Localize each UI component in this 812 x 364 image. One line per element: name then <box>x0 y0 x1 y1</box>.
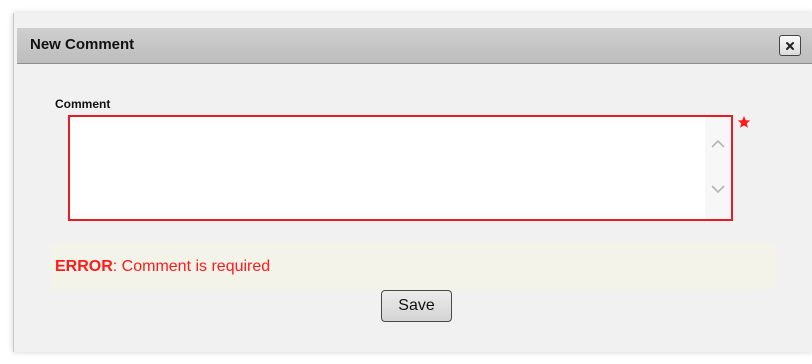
close-icon <box>785 41 795 51</box>
page: New Comment Comment ERROR: Comment is re… <box>0 0 812 364</box>
close-button[interactable] <box>779 35 801 56</box>
dialog-title-bar <box>17 28 812 64</box>
asterisk-icon <box>737 115 751 129</box>
scroll-down-arrow[interactable] <box>705 177 731 203</box>
save-button[interactable]: Save <box>381 290 452 322</box>
chevron-down-icon <box>710 181 726 199</box>
error-detail: : Comment is required <box>112 258 271 275</box>
scroll-up-arrow[interactable] <box>705 132 731 158</box>
dialog-title: New Comment <box>30 36 135 53</box>
comment-label: Comment <box>55 97 111 111</box>
error-prefix: ERROR <box>55 258 113 275</box>
comment-textarea[interactable] <box>70 117 705 219</box>
comment-field-container <box>68 115 733 221</box>
comment-scrollbar[interactable] <box>705 117 731 219</box>
chevron-up-icon <box>710 136 726 154</box>
error-message: ERROR: Comment is required <box>55 258 270 276</box>
